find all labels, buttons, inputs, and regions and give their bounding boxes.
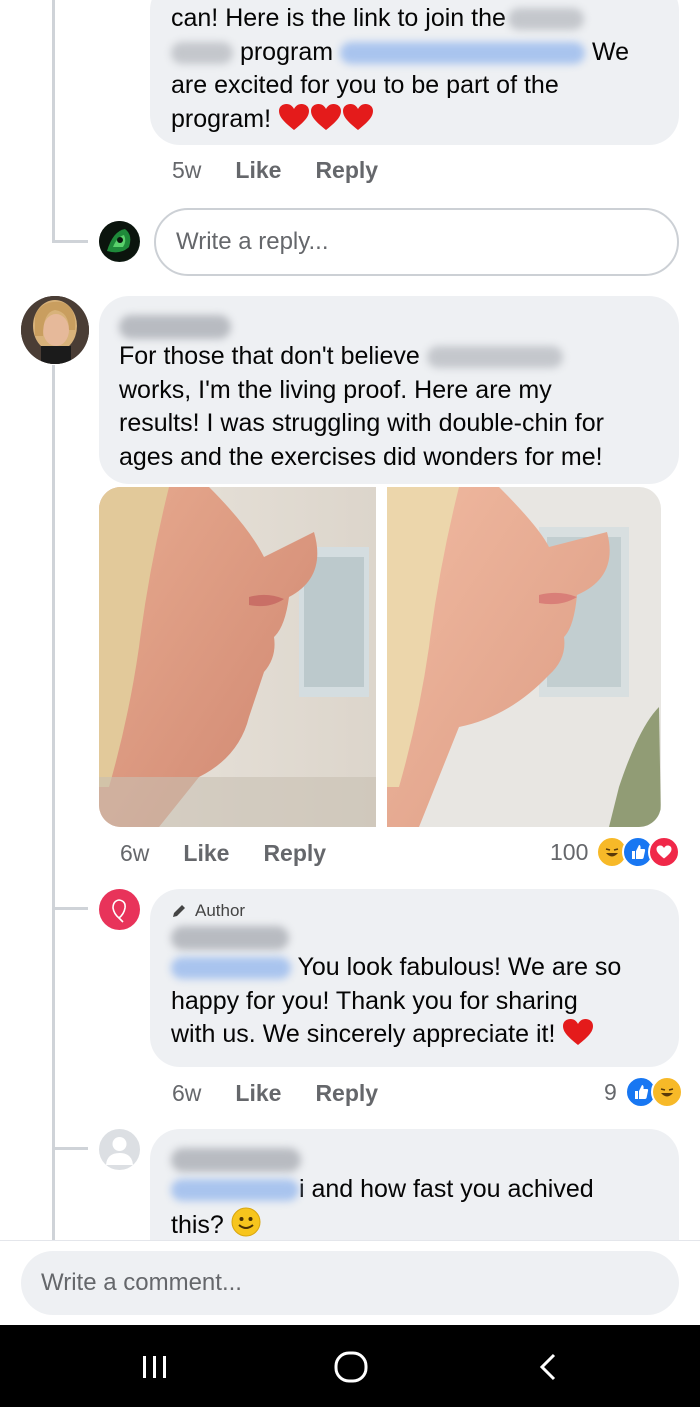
comment-photo[interactable] [99, 487, 661, 827]
pencil-icon [173, 905, 185, 917]
reply-button[interactable]: Reply [315, 1080, 378, 1107]
reply-input-placeholder: Write a reply... [176, 228, 329, 255]
thread-line-branch [52, 907, 88, 910]
comment-text-line: ages and the exercises did wonders for m… [119, 442, 603, 471]
recents-icon [143, 1356, 166, 1378]
comment-text-line: happy for you! Thank you for sharing [171, 986, 578, 1015]
author-logo-icon [112, 899, 126, 923]
redacted-mention[interactable] [171, 957, 291, 980]
reaction-count: 100 [550, 838, 589, 865]
comment-input-placeholder: Write a comment... [41, 1269, 242, 1296]
like-button[interactable]: Like [235, 157, 281, 184]
comment-text-line: with us. We sincerely appreciate it! [171, 1018, 659, 1052]
back-icon [539, 1353, 556, 1381]
thread-line [52, 0, 55, 242]
comment-text-line: You look fabulous! We are so [171, 951, 659, 985]
thread-line-branch [52, 1147, 88, 1150]
thread-line [52, 365, 55, 1241]
commenter-avatar[interactable] [21, 296, 89, 364]
comment-text-line: i and how fast you achived [171, 1173, 659, 1207]
author-badge: Author [171, 901, 659, 921]
default-avatar[interactable] [99, 1129, 140, 1170]
commenter-name[interactable] [171, 1143, 659, 1173]
reaction-summary[interactable]: 100 [550, 836, 681, 868]
avatar-image [99, 221, 139, 261]
comment-text-line: are excited for you to be part of the [171, 71, 559, 99]
thread-line-branch [52, 240, 88, 243]
comment-text-line: can! Here is the link to join the [171, 2, 659, 36]
redacted-text [507, 8, 584, 31]
author-avatar[interactable] [99, 889, 140, 930]
redacted-link[interactable] [340, 41, 585, 64]
home-icon [334, 1351, 368, 1383]
comment-text-line: results! I was struggling with double-ch… [119, 409, 604, 437]
like-button[interactable]: Like [235, 1080, 281, 1107]
timestamp: 6w [120, 840, 150, 866]
comment-text-line: program! [171, 103, 659, 137]
reply-button[interactable]: Reply [263, 840, 326, 867]
comment-text-line: this? [171, 1207, 659, 1243]
redacted-mention[interactable] [171, 1179, 299, 1202]
author-reply-meta: 6w Like Reply [172, 1080, 378, 1107]
heart-emoji [279, 103, 309, 130]
person-icon [106, 1137, 133, 1165]
user-avatar[interactable] [99, 221, 140, 262]
reaction-summary[interactable]: 9 [604, 1076, 683, 1108]
timestamp: 6w [172, 1080, 202, 1106]
author-name[interactable] [171, 921, 659, 951]
comment-text-line: program We [171, 36, 659, 70]
home-button[interactable] [333, 1349, 369, 1385]
heart-emoji [563, 1019, 594, 1045]
comment-text-line: For those that don't believe [119, 340, 659, 374]
comment-bubble: For those that don't believe works, I'm … [99, 296, 679, 484]
back-button[interactable] [534, 1351, 562, 1383]
haha-icon [650, 1076, 683, 1108]
comment-input[interactable]: Write a comment... [21, 1251, 679, 1315]
redacted-text [171, 41, 233, 64]
system-nav-bar [0, 1325, 700, 1407]
composer-bar: Write a comment... [0, 1240, 700, 1326]
heart-emoji [311, 103, 341, 130]
reply-bubble: can! Here is the link to join the progra… [150, 0, 679, 145]
love-icon [648, 836, 681, 868]
reaction-count: 9 [604, 1078, 617, 1105]
like-button[interactable]: Like [183, 840, 229, 867]
comment-text-line: works, I'm the living proof. Here are my [119, 375, 552, 404]
reply-input[interactable]: Write a reply... [154, 208, 679, 276]
reply-meta: 5w Like Reply [172, 157, 378, 184]
reply-button[interactable]: Reply [315, 157, 378, 184]
smile-emoji [231, 1207, 261, 1236]
timestamp: 5w [172, 157, 202, 183]
redacted-text [426, 346, 563, 369]
heart-emoji [343, 103, 373, 130]
comment-meta: 6w Like Reply [120, 840, 326, 867]
author-reply-bubble: Author You look fabulous! We are so happ… [150, 889, 679, 1067]
before-after-image [99, 487, 661, 827]
avatar-image [21, 296, 89, 364]
commenter-name[interactable] [119, 310, 659, 340]
recents-button[interactable] [138, 1353, 172, 1381]
heart-emoji-group [278, 103, 374, 133]
